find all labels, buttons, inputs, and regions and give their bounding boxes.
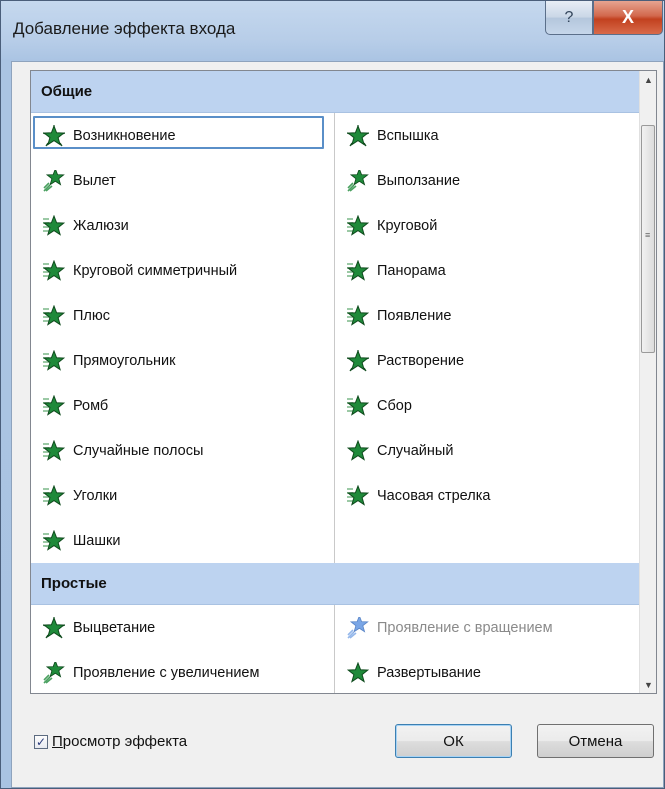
striped-star-icon [43,484,65,507]
flying-star-icon [347,169,369,192]
preview-effect-checkbox[interactable]: ✓ [34,734,48,749]
star-burst-icon [347,124,369,147]
cancel-button-label: Отмена [568,732,623,750]
effect-item-label: Появление [377,307,452,324]
effect-item-label: Растворение [377,352,465,369]
effect-item[interactable]: Уголки [31,473,334,518]
scroll-down-arrow-icon[interactable]: ▼ [640,676,656,693]
effect-item[interactable]: Панорама [335,248,639,293]
effect-item-label: Часовая стрелка [377,487,491,504]
effect-item-label: Проявление с вращением [377,619,553,636]
effect-item-label: Сбор [377,397,412,414]
effect-item-label: Плюс [73,307,111,324]
effect-item: Проявление с вращением [335,605,639,650]
effect-item[interactable]: Случайный [335,428,639,473]
scroll-grip-icon: ≡ [645,230,651,240]
effect-item-label: Проявление с увеличением [73,664,260,681]
effect-item[interactable]: Сбор [335,383,639,428]
effect-item-label: Выцветание [73,619,156,636]
effect-item-label: Выползание [377,172,461,189]
effects-column-left: Выцветание Проявление с увеличением [31,605,335,693]
effect-item-label: Уголки [73,487,118,504]
preview-effect-option[interactable]: ✓ Просмотр эффекта [34,733,187,750]
effect-item-label: Жалюзи [73,217,129,234]
star-burst-icon [347,349,369,372]
effect-item[interactable]: Возникновение [31,113,334,158]
effect-item-label: Случайные полосы [73,442,204,459]
random-star-icon [347,661,369,684]
effect-item[interactable]: Круговой [335,203,639,248]
effect-item[interactable]: Прямоугольник [31,338,334,383]
ok-button[interactable]: ОК [395,724,512,758]
striped-star-icon [43,214,65,237]
section-header: Простые [31,563,639,605]
help-button[interactable]: ? [545,1,593,35]
vertical-scrollbar[interactable]: ▲ ≡ ▼ [639,71,656,693]
effect-item-label: Вспышка [377,127,439,144]
effects-grid: Выцветание Проявление с увеличением Проявл… [31,605,639,693]
close-icon: X [621,7,634,27]
effect-item[interactable]: Жалюзи [31,203,334,248]
star-burst-icon [43,616,65,639]
help-icon: ? [564,8,574,26]
flying-star-icon [43,661,65,684]
effect-item[interactable]: Выползание [335,158,639,203]
effect-item[interactable]: Плюс [31,293,334,338]
checkmark-icon: ✓ [35,734,47,749]
effect-item-label: Прямоугольник [73,352,176,369]
striped-star-icon [43,349,65,372]
effect-item-label: Вылет [73,172,116,189]
effect-item-label: Круговой симметричный [73,262,238,279]
effect-item[interactable]: Растворение [335,338,639,383]
effects-column-right: Проявление с вращением Развертывание [335,605,639,693]
effect-item-label: Случайный [377,442,454,459]
effect-item[interactable]: Вылет [31,158,334,203]
effect-item[interactable]: Шашки [31,518,334,563]
effect-item-label: Шашки [73,532,121,549]
striped-star-icon [43,394,65,417]
effect-item-label: Панорама [377,262,446,279]
effect-item[interactable]: Часовая стрелка [335,473,639,518]
effect-item-label: Ромб [73,397,109,414]
effects-list[interactable]: Общие Возникновение Вылет Жалюзи Круговой си… [30,70,657,694]
focus-rectangle [33,116,324,149]
title-bar[interactable]: Добавление эффекта входа ? X [1,1,664,61]
close-button[interactable]: X [593,1,663,35]
effect-item-label: Развертывание [377,664,481,681]
striped-star-icon [347,259,369,282]
effect-item[interactable]: Круговой симметричный [31,248,334,293]
effects-list-content: Общие Возникновение Вылет Жалюзи Круговой си… [31,71,639,693]
striped-star-icon [347,394,369,417]
effect-item-label: Круговой [377,217,438,234]
effects-column-left: Возникновение Вылет Жалюзи Круговой симметр… [31,113,335,563]
effects-column-right: Вспышка Выползание Круговой Панорама Появлен… [335,113,639,563]
effect-item[interactable]: Выцветание [31,605,334,650]
striped-star-icon [43,304,65,327]
scroll-up-arrow-icon[interactable]: ▲ [640,71,656,88]
effects-grid: Возникновение Вылет Жалюзи Круговой симметр… [31,113,639,563]
striped-star-icon [43,259,65,282]
spin-star-icon [347,616,369,639]
effect-item[interactable]: Появление [335,293,639,338]
cancel-button[interactable]: Отмена [537,724,654,758]
effect-item[interactable]: Случайные полосы [31,428,334,473]
striped-star-icon [347,304,369,327]
effect-item[interactable]: Проявление с увеличением [31,650,334,693]
section-header: Общие [31,71,639,113]
scroll-thumb[interactable]: ≡ [641,125,655,353]
striped-star-icon [43,439,65,462]
striped-star-icon [347,484,369,507]
flying-star-icon [43,169,65,192]
striped-star-icon [347,214,369,237]
dialog-client-area: Общие Возникновение Вылет Жалюзи Круговой си… [11,61,664,788]
dialog-window: Добавление эффекта входа ? X Общие Возник… [0,0,665,789]
striped-star-icon [43,529,65,552]
ok-button-label: ОК [443,732,464,750]
effect-item[interactable]: Вспышка [335,113,639,158]
preview-effect-label[interactable]: Просмотр эффекта [52,733,187,750]
window-title: Добавление эффекта входа [13,19,236,38]
effect-item[interactable]: Развертывание [335,650,639,693]
effect-item[interactable]: Ромб [31,383,334,428]
random-star-icon [347,439,369,462]
